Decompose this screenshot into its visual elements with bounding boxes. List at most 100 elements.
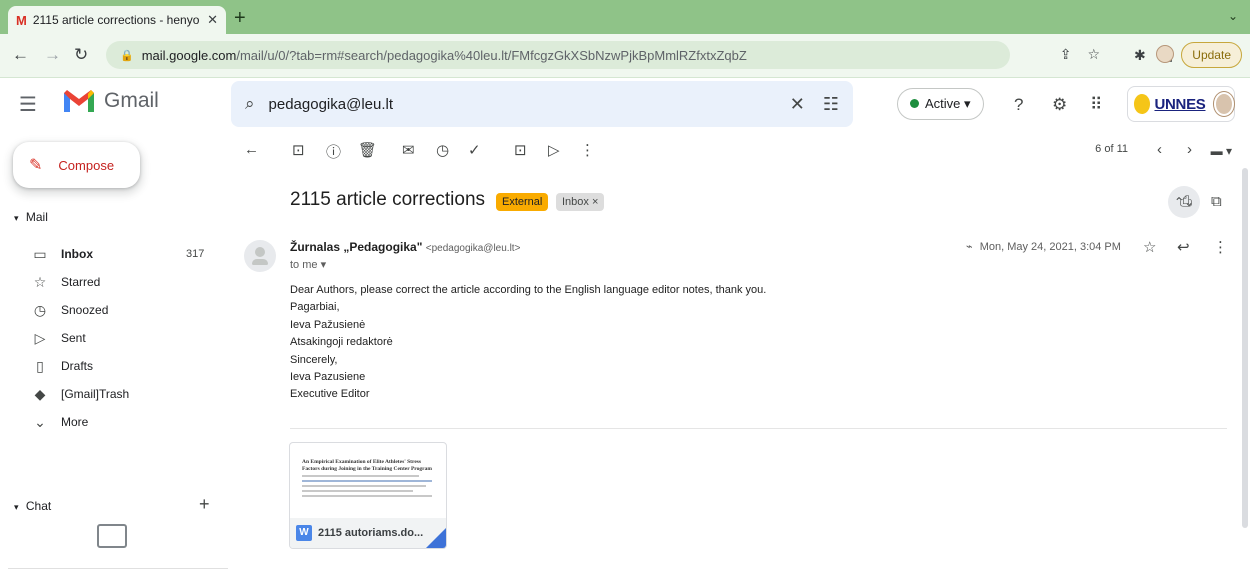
preview-line: [302, 475, 419, 477]
sender-avatar[interactable]: [244, 240, 276, 272]
settings-gear-icon[interactable]: ⚙: [1052, 95, 1067, 115]
snooze-icon[interactable]: ◷: [436, 141, 449, 159]
browser-toolbar: ← → ↻ 🔒 mail.google.com /mail/u/0/?tab=r…: [0, 34, 1250, 78]
reply-icon[interactable]: ↩: [1177, 238, 1190, 256]
mark-unread-icon[interactable]: ✉: [402, 141, 415, 159]
sidebar-item-sent[interactable]: ▷ Sent: [0, 324, 228, 352]
move-to-icon[interactable]: ⊡: [514, 141, 527, 159]
report-spam-icon[interactable]: ⓘ: [326, 141, 341, 162]
chat-section-label: Chat: [25, 499, 52, 513]
message-toolbar: ← ⊡ ⓘ 🗑 ✉ ◷ ✓ ⊡ ▷ ⋮ 6 of 11 ‹ › ▬ ▾: [230, 137, 1240, 165]
print-icon[interactable]: ⎙: [1180, 193, 1192, 210]
reload-icon[interactable]: ↻: [74, 45, 88, 65]
close-tab-icon[interactable]: ✕: [207, 12, 218, 28]
search-icon[interactable]: ⌕: [245, 94, 255, 114]
clear-search-icon[interactable]: ✕: [790, 94, 805, 115]
recipient-details[interactable]: to me ▾: [290, 258, 326, 271]
chat-section-header[interactable]: ▾ Chat: [14, 499, 51, 513]
sidebar-item-snoozed[interactable]: ◷ Snoozed: [0, 296, 228, 324]
sender-name[interactable]: Žurnalas „Pedagogika": [290, 240, 422, 254]
address-bar[interactable]: 🔒 mail.google.com /mail/u/0/?tab=rm#sear…: [106, 41, 1010, 69]
pencil-icon: ✎: [29, 157, 43, 174]
status-dropdown[interactable]: Active ▾: [897, 88, 984, 120]
scrollbar[interactable]: [1242, 168, 1248, 528]
inbox-label-chip[interactable]: Inbox ×: [556, 193, 605, 211]
main-menu-icon[interactable]: ☰: [19, 92, 37, 117]
sender-line: Žurnalas „Pedagogika" <pedagogika@leu.lt…: [290, 240, 520, 254]
open-new-window-icon[interactable]: ⧉: [1211, 193, 1222, 210]
preview-line: [302, 495, 432, 497]
label-icon: ◆: [34, 385, 46, 402]
tab-search-chevron-icon[interactable]: ⌄: [1228, 9, 1238, 23]
star-message-icon[interactable]: ☆: [1143, 238, 1156, 256]
gmail-m-icon: [62, 88, 96, 114]
message-meta: ⌁ Mon, May 24, 2021, 3:04 PM: [966, 240, 1121, 253]
word-doc-icon: W: [296, 525, 312, 541]
sidebar-item-label: [Gmail]Trash: [61, 387, 130, 401]
sidebar-item-label: Snoozed: [61, 303, 109, 317]
body-line: Ieva Pazusiene: [290, 371, 366, 384]
external-badge: External: [496, 193, 549, 211]
attachment-preview: An Empirical Examination of Elite Athlet…: [302, 459, 432, 497]
share-icon[interactable]: ⇪: [1060, 46, 1072, 63]
sidebar-item-more[interactable]: ⌄ More: [0, 408, 228, 436]
preview-line: [302, 480, 432, 482]
attachment-clip-icon: ⌁: [966, 241, 973, 253]
forward-arrow-icon[interactable]: →: [44, 45, 61, 65]
search-options-icon[interactable]: ☷: [823, 94, 839, 115]
new-tab-button[interactable]: +: [234, 7, 246, 30]
newer-chevron-icon[interactable]: ‹: [1157, 141, 1162, 158]
attachment-card[interactable]: An Empirical Examination of Elite Athlet…: [289, 442, 447, 549]
pagination-count: 6 of 11: [1095, 143, 1128, 155]
mail-section-header[interactable]: ▾ Mail: [14, 210, 48, 224]
body-line: Atsakingoji redaktorė: [290, 336, 393, 349]
sidebar-item-starred[interactable]: ☆ Starred: [0, 268, 228, 296]
sidebar-item-inbox[interactable]: ▭ Inbox 317: [0, 240, 228, 268]
archive-icon[interactable]: ⊡: [292, 141, 305, 159]
input-tools-icon[interactable]: ▬ ▾: [1211, 144, 1232, 158]
org-logo-text: UNNES: [1154, 95, 1206, 113]
browser-tab[interactable]: M 2115 article corrections - henyo ✕: [8, 6, 226, 34]
sidebar-item-label: Drafts: [61, 359, 94, 373]
delete-icon[interactable]: 🗑: [358, 141, 377, 159]
compose-button[interactable]: ✎ Compose: [13, 142, 140, 188]
apps-grid-icon[interactable]: ⠿: [1090, 95, 1102, 115]
more-options-icon[interactable]: ⋮: [580, 141, 595, 159]
bookmark-star-icon[interactable]: ☆: [1087, 46, 1100, 63]
update-button[interactable]: Update: [1181, 42, 1242, 68]
omnibox-actions: ⇪ ☆: [1060, 46, 1100, 63]
preview-line: [302, 485, 426, 487]
mail-section-label: Mail: [25, 210, 48, 224]
sidebar-item-trash[interactable]: ◆ [Gmail]Trash: [0, 380, 228, 408]
label-icon[interactable]: ▷: [548, 141, 560, 159]
add-task-icon[interactable]: ✓: [468, 141, 481, 159]
extensions-icon[interactable]: ✱: [1134, 47, 1146, 64]
collapse-caret-icon: ▾: [14, 502, 19, 512]
collapse-caret-icon: ▾: [14, 213, 19, 223]
message-subject: 2115 article corrections: [290, 189, 486, 210]
gmail-logo[interactable]: Gmail: [62, 88, 159, 114]
inbox-icon: ▭: [33, 245, 47, 262]
lock-icon: 🔒: [120, 49, 134, 62]
app-name: Gmail: [104, 89, 159, 112]
send-icon: ▷: [34, 329, 46, 346]
sender-email: <pedagogika@leu.lt>: [425, 243, 521, 254]
account-switcher[interactable]: UNNES: [1127, 86, 1235, 122]
search-input[interactable]: pedagogika@leu.lt: [269, 96, 772, 113]
gmail-header: ☰ Gmail ⌕ pedagogika@leu.lt ✕ ☷ Active ▾…: [0, 78, 1250, 130]
body-line: Ieva Pažusienė: [290, 318, 366, 331]
url-path: /mail/u/0/?tab=rm#search/pedagogika%40le…: [236, 47, 747, 63]
browser-tab-strip: M 2115 article corrections - henyo ✕ + ⌄: [0, 0, 1250, 34]
sidebar-item-label: Sent: [61, 331, 86, 345]
new-chat-plus-icon[interactable]: +: [199, 494, 210, 515]
attachment-footer: W 2115 autoriams.do...: [290, 518, 446, 548]
message-more-icon[interactable]: ⋮: [1213, 238, 1228, 256]
help-icon[interactable]: ?: [1014, 95, 1023, 115]
profile-avatar[interactable]: [1156, 45, 1174, 63]
back-arrow-icon[interactable]: ←: [12, 45, 29, 65]
older-chevron-icon[interactable]: ›: [1187, 141, 1192, 158]
sidebar-item-drafts[interactable]: ▯ Drafts: [0, 352, 228, 380]
body-line: Dear Authors, please correct the article…: [290, 284, 767, 296]
back-to-list-icon[interactable]: ←: [244, 141, 259, 158]
search-bar[interactable]: ⌕ pedagogika@leu.lt ✕ ☷: [231, 81, 853, 127]
